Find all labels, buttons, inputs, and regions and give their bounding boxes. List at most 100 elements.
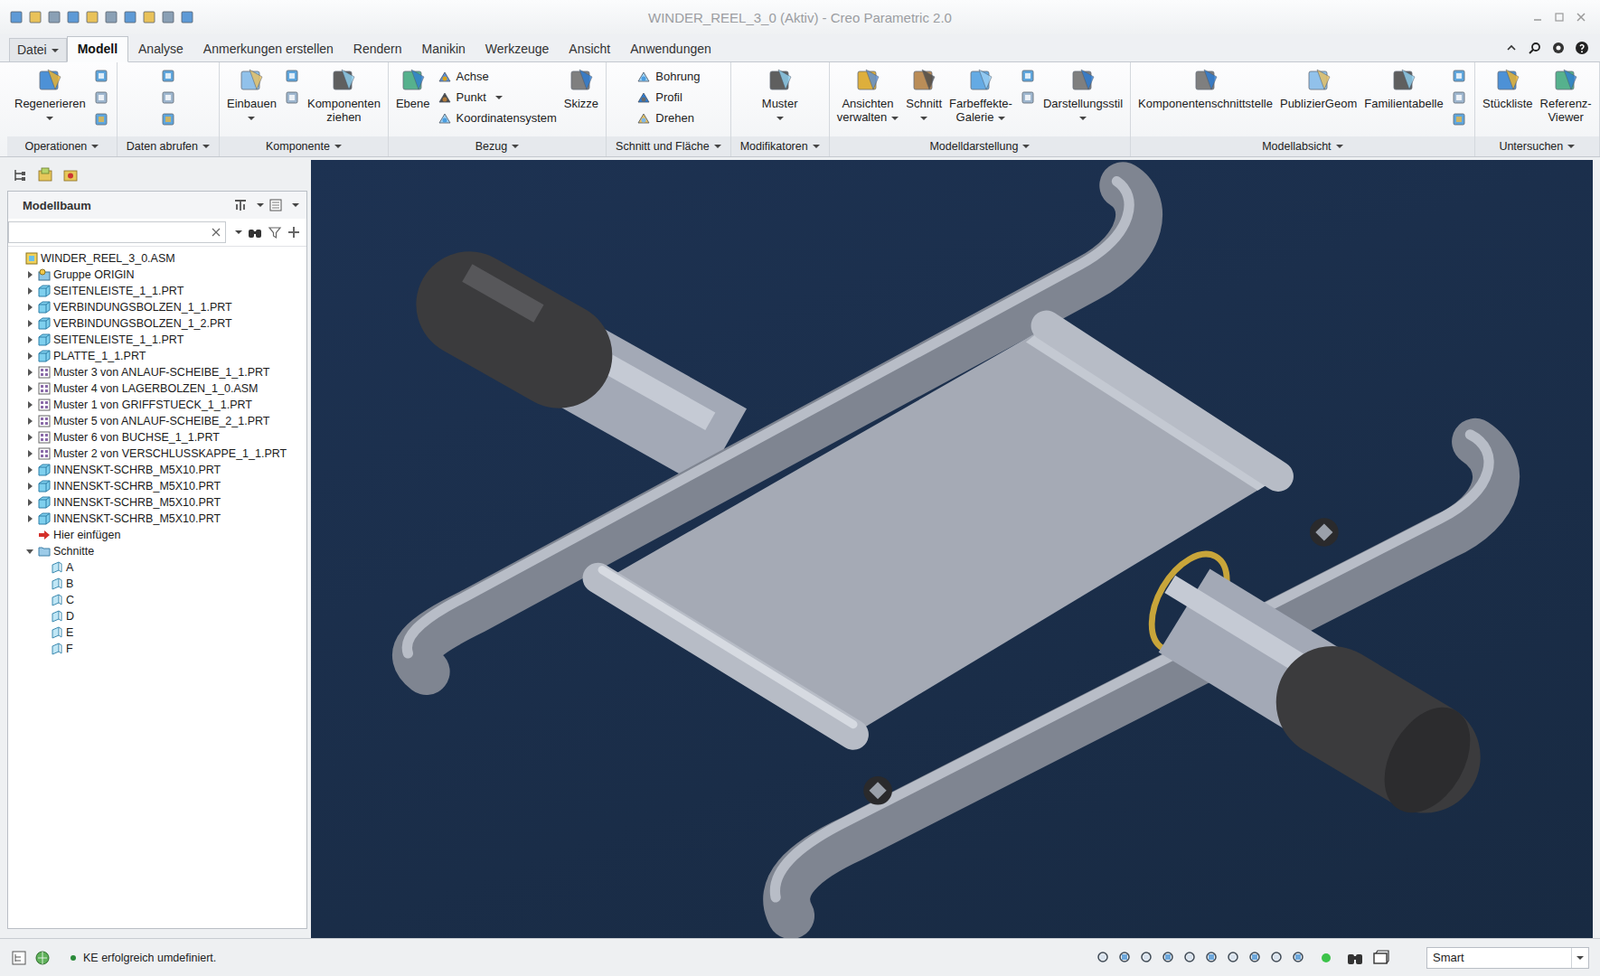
expander[interactable] <box>24 269 36 281</box>
tree-item[interactable]: PLATTE_1_1.PRT <box>8 348 307 365</box>
ribbon-tab[interactable]: Modell <box>66 36 129 63</box>
ribbon-button[interactable]: Stückliste <box>1482 65 1534 111</box>
ribbon-tool-icon[interactable] <box>93 89 110 106</box>
ribbon-small-button[interactable]: Koordinatensystem <box>437 109 557 128</box>
tree-item[interactable]: A <box>8 559 307 576</box>
ribbon-group-label[interactable]: Untersuchen <box>1475 136 1600 157</box>
quick-access-icon[interactable] <box>9 9 24 25</box>
graphics-window[interactable] <box>310 160 1593 939</box>
maximize-icon[interactable] <box>1552 10 1566 24</box>
search-icon[interactable] <box>1527 40 1543 56</box>
browser-toggle-icon[interactable] <box>34 950 51 967</box>
ribbon-tool-icon[interactable] <box>1450 89 1468 106</box>
tree-item[interactable]: SEITENLEISTE_1_1.PRT <box>8 331 307 349</box>
ribbon-group-label[interactable]: Modifikatoren <box>731 136 829 157</box>
ribbon-tab[interactable]: Anmerkungen erstellen <box>193 37 344 62</box>
ribbon-tool-icon[interactable] <box>160 67 177 85</box>
ribbon-tool-icon[interactable] <box>1019 89 1036 106</box>
expander[interactable] <box>24 318 36 330</box>
view-tool-icon[interactable] <box>1138 950 1156 967</box>
rear-roller[interactable] <box>467 272 725 449</box>
ribbon-tab[interactable]: Ansicht <box>558 37 621 62</box>
navigator-toggle-icon[interactable] <box>10 950 28 967</box>
ribbon-tool-icon[interactable] <box>160 111 177 128</box>
minimize-ribbon-icon[interactable] <box>1504 40 1519 56</box>
tree-item[interactable]: Gruppe ORIGIN <box>8 266 307 283</box>
ribbon-tab[interactable]: Werkzeuge <box>475 37 560 62</box>
ribbon-group-label[interactable]: Modellabsicht <box>1130 136 1475 157</box>
tree-item[interactable]: INNENSKT-SCHRB_M5X10.PRT <box>8 510 307 528</box>
ribbon-group-label[interactable]: Modelldarstellung <box>829 136 1130 157</box>
search-input[interactable] <box>9 223 211 242</box>
expander[interactable] <box>24 448 36 460</box>
front-roller[interactable] <box>1136 541 1488 829</box>
settings-icon[interactable] <box>1551 40 1566 56</box>
tree-item[interactable]: D <box>8 608 307 625</box>
expander[interactable] <box>24 432 36 443</box>
tree-item[interactable]: B <box>8 575 307 593</box>
clear-icon[interactable] <box>210 226 222 238</box>
ribbon-button[interactable]: PublizierGeom <box>1280 65 1357 111</box>
model-3d-view[interactable] <box>310 160 1593 939</box>
ribbon-small-button[interactable]: Punkt <box>437 88 557 107</box>
favorites-tab-icon[interactable] <box>61 166 80 185</box>
view-tool-icon[interactable] <box>1247 950 1264 967</box>
quick-access-icon[interactable] <box>47 9 62 25</box>
ribbon-button[interactable]: Regenerieren <box>14 65 86 124</box>
minimize-icon[interactable] <box>1531 10 1544 24</box>
view-tool-icon[interactable] <box>1204 950 1221 967</box>
view-tool-icon[interactable] <box>1225 950 1243 967</box>
ribbon-button[interactable]: Komponentenziehen <box>307 65 381 124</box>
ribbon-button[interactable]: Muster <box>762 65 799 124</box>
tree-item[interactable]: Muster 3 von ANLAUF-SCHEIBE_1_1.PRT <box>8 364 307 381</box>
ribbon-tool-icon[interactable] <box>283 89 301 106</box>
quick-access-icon[interactable] <box>84 9 100 25</box>
ribbon-group-label[interactable]: Schnitt und Fläche <box>606 136 731 157</box>
ribbon-tab[interactable]: Rendern <box>343 37 413 62</box>
ribbon-tool-icon[interactable] <box>160 89 177 106</box>
expander[interactable] <box>24 367 36 378</box>
ribbon-button[interactable]: Referenz-Viewer <box>1540 65 1592 124</box>
ribbon-button[interactable]: Familientabelle <box>1364 65 1443 111</box>
ribbon-group-label[interactable]: Operationen <box>7 136 117 157</box>
view-tool-icon[interactable] <box>1095 950 1112 967</box>
ribbon-tab[interactable]: Anwendungen <box>620 37 722 62</box>
tree-item[interactable]: Muster 5 von ANLAUF-SCHEIBE_2_1.PRT <box>8 413 307 430</box>
ribbon-button[interactable]: Einbauen <box>226 65 277 124</box>
tree-item[interactable]: Schnitte <box>8 543 307 560</box>
tree-item[interactable]: Muster 4 von LAGERBOLZEN_1_0.ASM <box>8 380 307 397</box>
quick-access-icon[interactable] <box>141 9 157 25</box>
expander[interactable] <box>24 399 36 411</box>
filter-icon[interactable] <box>267 225 283 240</box>
expander[interactable] <box>24 285 36 297</box>
ribbon-tool-icon[interactable] <box>1450 111 1468 128</box>
ribbon-group-label[interactable]: Komponente <box>219 136 388 157</box>
view-tool-icon[interactable] <box>1290 950 1308 967</box>
window-layout-icon[interactable] <box>1370 948 1391 969</box>
tree-item[interactable]: F <box>8 640 307 658</box>
screws[interactable] <box>863 517 1338 805</box>
tree-item[interactable]: Muster 6 von BUCHSE_1_1.PRT <box>8 429 307 446</box>
tree-item[interactable]: E <box>8 624 307 641</box>
close-icon[interactable] <box>1574 10 1588 24</box>
tree-item[interactable]: VERBINDUNGSBOLZEN_1_2.PRT <box>8 315 307 332</box>
ribbon-button[interactable]: Ebene <box>395 65 431 111</box>
view-tool-icon[interactable] <box>1182 950 1199 967</box>
tree-item[interactable]: VERBINDUNGSBOLZEN_1_1.PRT <box>8 299 307 316</box>
expander[interactable] <box>24 334 36 346</box>
expander[interactable] <box>24 464 36 476</box>
ribbon-tool-icon[interactable] <box>1450 67 1468 85</box>
ribbon-button[interactable]: Skizze <box>564 65 599 111</box>
ribbon-group-label[interactable]: Daten abrufen <box>117 136 219 157</box>
expander[interactable] <box>24 415 36 427</box>
tree-item[interactable]: INNENSKT-SCHRB_M5X10.PRT <box>8 494 307 511</box>
tree-item[interactable]: C <box>8 592 307 609</box>
expander[interactable] <box>24 545 36 557</box>
ribbon-group-label[interactable]: Bezug <box>388 136 606 157</box>
ribbon-small-button[interactable]: Profil <box>636 88 700 107</box>
tree-item[interactable]: Muster 2 von VERSCHLUSSKAPPE_1_1.PRT <box>8 445 307 462</box>
tree-item[interactable]: Hier einfügen <box>8 527 307 544</box>
add-column-icon[interactable] <box>286 225 302 240</box>
expander[interactable] <box>24 383 36 395</box>
ribbon-button[interactable]: Schnitt <box>905 65 942 124</box>
